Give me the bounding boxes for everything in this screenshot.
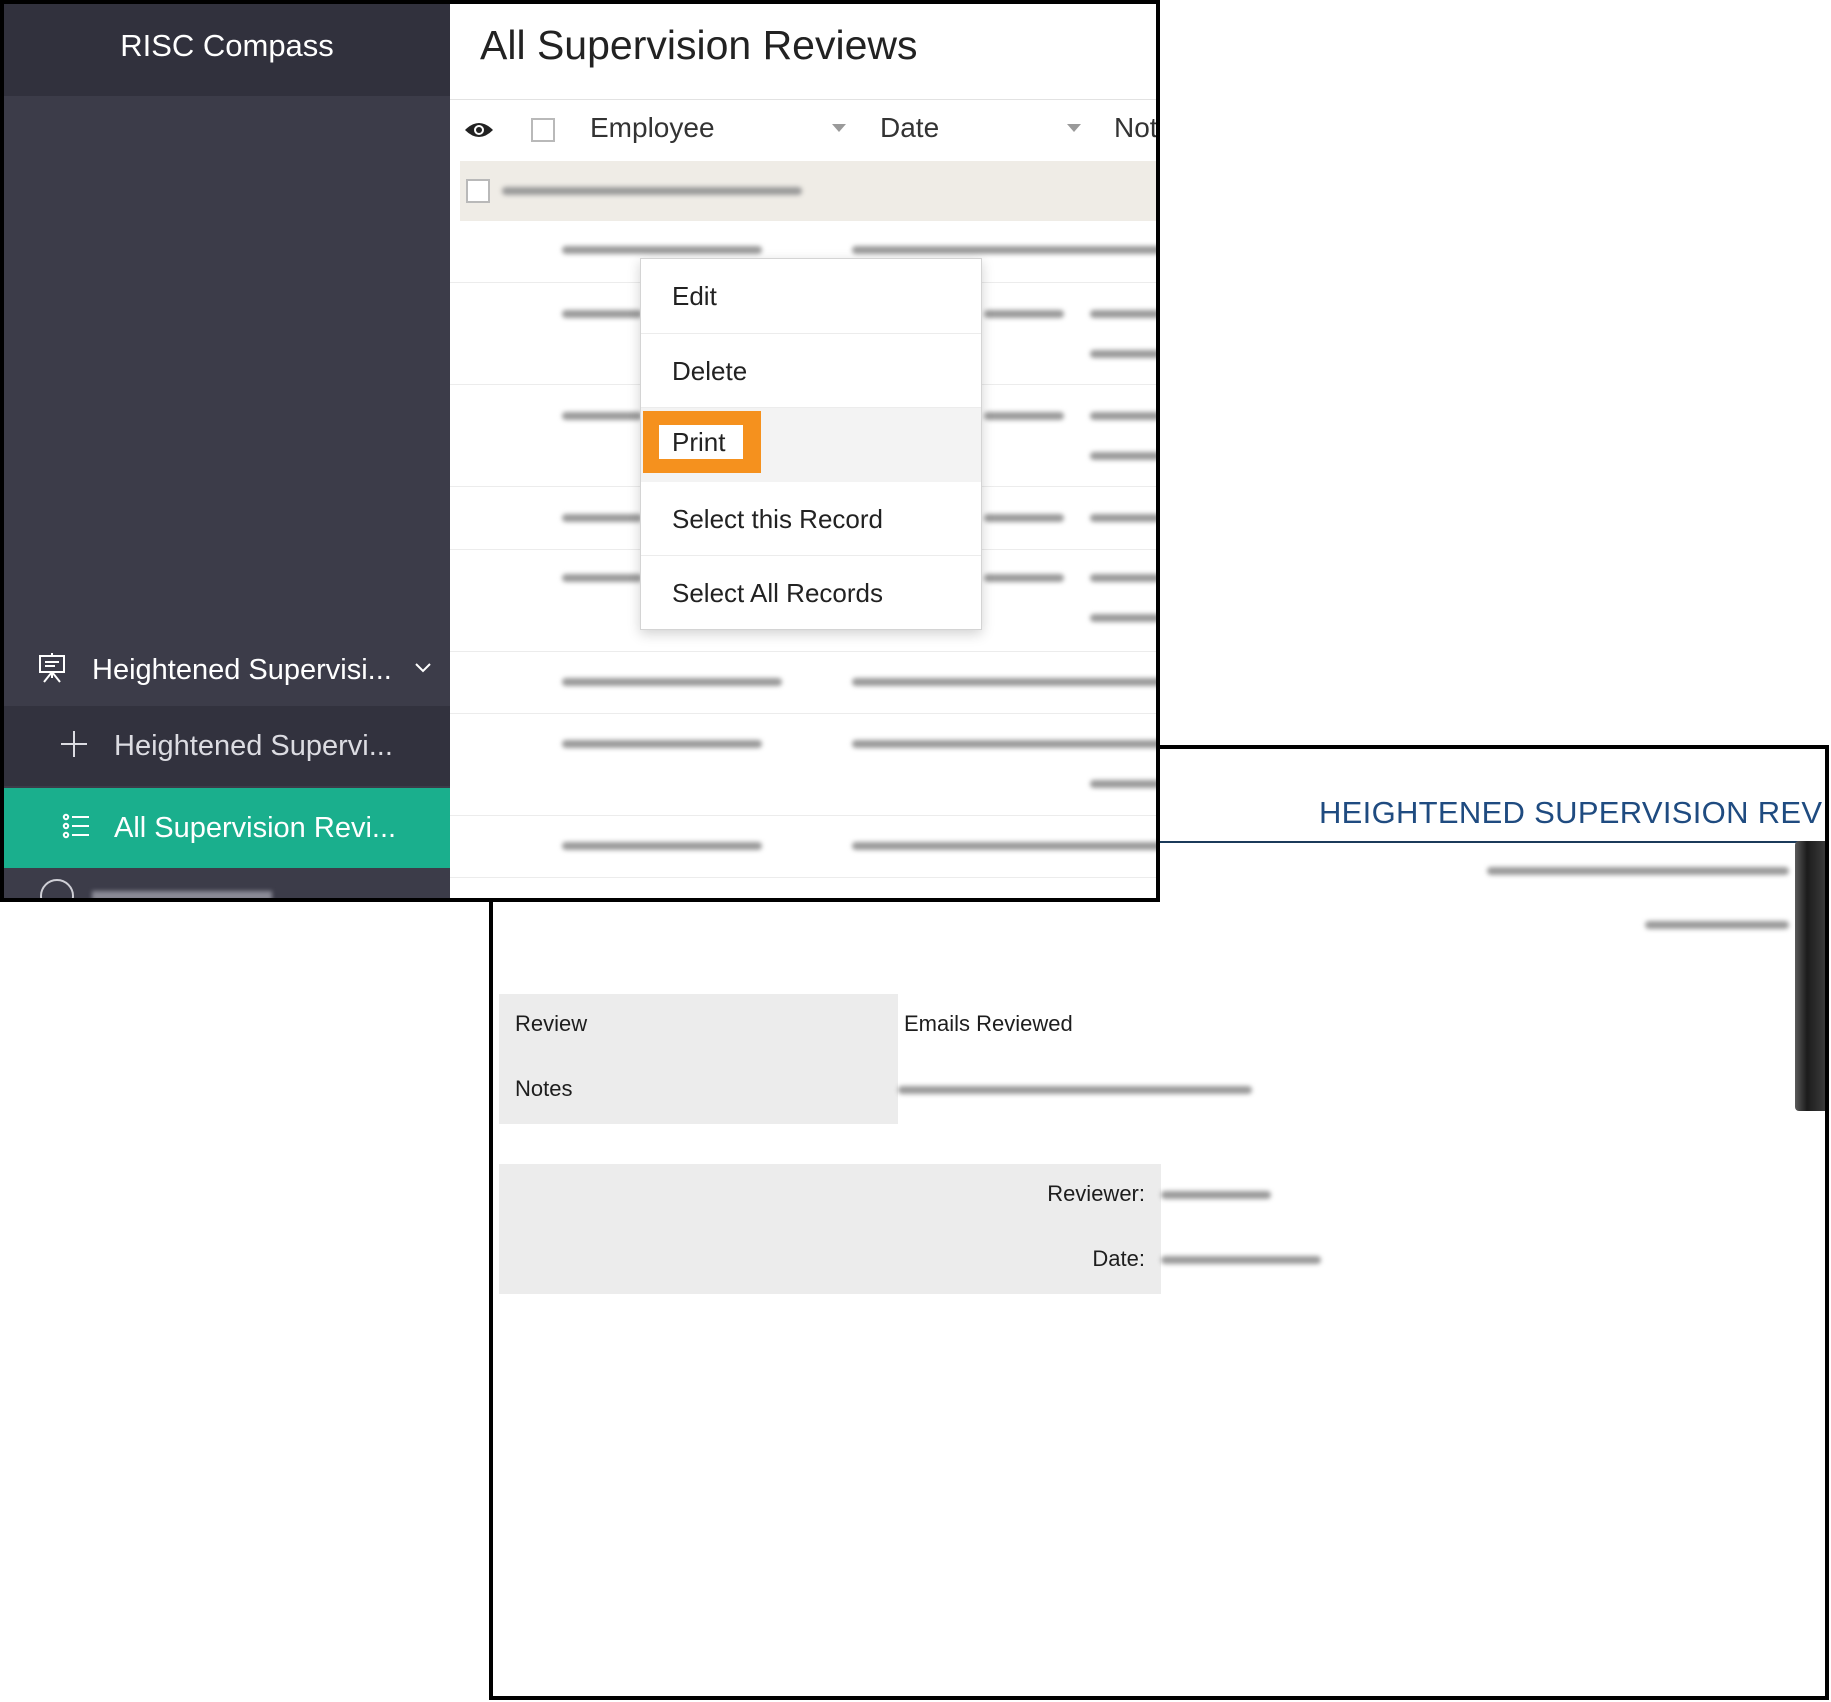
blurred-cell — [1090, 514, 1156, 522]
blurred-cell — [562, 514, 642, 522]
blurred-sidebar-label — [92, 891, 272, 898]
blurred-cell — [984, 310, 1064, 318]
row-divider — [450, 877, 1156, 878]
blurred-reviewer-value — [1161, 1191, 1271, 1199]
review-label: Review — [515, 1011, 588, 1036]
menu-item-label: Delete — [672, 356, 748, 386]
blurred-date-value — [1161, 1256, 1321, 1264]
menu-item-delete[interactable]: Delete — [641, 334, 981, 408]
row-checkbox[interactable] — [466, 179, 490, 203]
blurred-cell — [562, 574, 642, 582]
menu-item-select-all-records[interactable]: Select All Records — [641, 556, 981, 630]
sidebar-item-label: Heightened Supervi... — [114, 729, 393, 762]
print-title: HEIGHTENED SUPERVISION REVIEW — [1319, 795, 1829, 830]
context-menu: Edit Delete Print Select this Record Sel… — [640, 258, 982, 630]
date-label: Date: — [1092, 1246, 1145, 1271]
employee-sort-icon[interactable] — [832, 124, 846, 132]
row-divider — [450, 815, 1156, 816]
blurred-cell — [1090, 350, 1156, 358]
menu-item-label: Select this Record — [672, 504, 883, 534]
blurred-cell — [852, 246, 1156, 254]
select-all-checkbox[interactable] — [531, 118, 555, 142]
circle-icon — [40, 879, 74, 898]
blurred-row-text — [502, 187, 802, 195]
sidebar: RISC Compass Heightened Supervisi... Hei… — [4, 4, 450, 898]
table-row-selected[interactable] — [460, 161, 1156, 221]
menu-item-label: Print — [672, 427, 726, 457]
menu-item-print[interactable]: Print — [641, 408, 981, 482]
blurred-cell — [562, 310, 642, 318]
reviewer-label: Reviewer: — [1047, 1181, 1145, 1206]
blurred-cell — [562, 412, 642, 420]
blurred-cell — [984, 514, 1064, 522]
menu-item-label: Select All Records — [672, 578, 883, 608]
blurred-cell — [1090, 310, 1156, 318]
sidebar-group-label: Heightened Supervisi... — [92, 653, 392, 686]
sidebar-item-label: All Supervision Revi... — [114, 811, 397, 844]
date-sort-icon[interactable] — [1067, 124, 1081, 132]
blurred-cell — [562, 740, 762, 748]
blurred-cell — [562, 246, 762, 254]
blurred-cell — [984, 574, 1064, 582]
column-header-notes[interactable]: Not — [1114, 112, 1156, 144]
eye-icon[interactable] — [464, 120, 494, 145]
blurred-cell — [1090, 574, 1156, 582]
sidebar-header: RISC Compass — [4, 4, 450, 96]
column-header-date[interactable]: Date — [880, 112, 939, 144]
menu-item-edit[interactable]: Edit — [641, 259, 981, 333]
blurred-header-line — [1645, 921, 1789, 929]
scrollbar-handle[interactable] — [1795, 841, 1825, 1111]
blurred-cell — [852, 842, 1156, 850]
blurred-cell — [1090, 452, 1156, 460]
blurred-cell — [1090, 780, 1156, 788]
notes-label: Notes — [515, 1076, 573, 1101]
blurred-cell — [562, 842, 762, 850]
app-window: RISC Compass Heightened Supervisi... Hei… — [0, 0, 1160, 902]
app-name: RISC Compass — [120, 28, 334, 63]
blurred-cell — [984, 412, 1064, 420]
row-divider — [450, 651, 1156, 652]
chevron-down-icon[interactable] — [414, 661, 432, 679]
blurred-cell — [562, 678, 782, 686]
blurred-cell — [1090, 614, 1156, 622]
row-divider — [450, 713, 1156, 714]
list-icon — [62, 812, 94, 845]
sidebar-group-heightened-supervision[interactable]: Heightened Supervisi... — [4, 636, 450, 704]
blurred-cell — [852, 740, 1156, 748]
sidebar-item-partial[interactable] — [4, 876, 450, 898]
blurred-notes-value — [898, 1086, 1252, 1094]
sidebar-item-all-supervision-reviews[interactable]: All Supervision Revi... — [4, 788, 450, 868]
column-header-employee[interactable]: Employee — [590, 112, 715, 144]
review-value: Emails Reviewed — [904, 1011, 1073, 1036]
blurred-cell — [1090, 412, 1156, 420]
presentation-board-icon — [36, 652, 76, 689]
title-divider — [450, 99, 1156, 100]
sidebar-item-add-heightened-supervision[interactable]: Heightened Supervi... — [4, 706, 450, 786]
blurred-header-line — [1487, 867, 1789, 875]
menu-item-label: Edit — [672, 281, 717, 311]
menu-item-select-this-record[interactable]: Select this Record — [641, 482, 981, 556]
blurred-cell — [852, 678, 1156, 686]
page-title: All Supervision Reviews — [480, 22, 918, 68]
plus-icon — [60, 730, 94, 763]
